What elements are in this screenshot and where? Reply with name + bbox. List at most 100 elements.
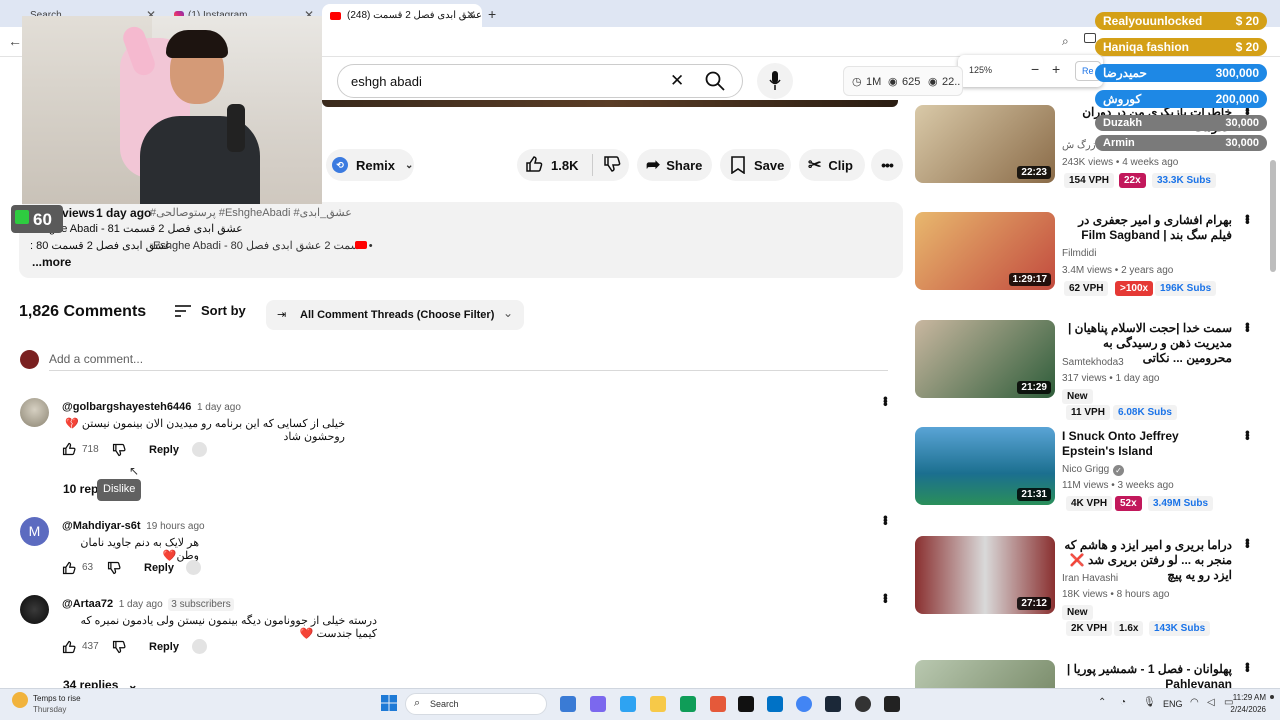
more-vertical-icon[interactable]: ••• [1240, 430, 1256, 439]
weather-title[interactable]: Temps to rise [33, 694, 81, 703]
taskbar-search[interactable]: ⌕ Search [405, 693, 547, 715]
sort-button[interactable]: Sort by [174, 303, 246, 321]
zoom-icon[interactable]: ⌕ [1062, 34, 1069, 49]
ai-reply-icon[interactable] [192, 442, 207, 457]
description-box[interactable]: 167K views 1 day ago #پرستوصالحی #Eshghe… [19, 202, 903, 278]
back-arrow-icon[interactable]: ← [8, 33, 22, 49]
reply-button[interactable]: Reply [149, 641, 179, 653]
ai-reply-icon[interactable] [192, 639, 207, 654]
video-title[interactable]: پهلوانان - فصل 1 - شمشیر پوریا | Pahleva… [1062, 662, 1232, 688]
new-tab-button[interactable]: + [488, 6, 496, 22]
comment-author[interactable]: @Artaa72 [62, 598, 113, 610]
more-actions-button[interactable]: ••• [871, 149, 903, 181]
comment-time[interactable]: 1 day ago [119, 599, 163, 610]
remix-button[interactable]: ⟲ Remix ⌄ [326, 149, 414, 181]
dislike-button[interactable] [603, 155, 621, 176]
more-vertical-icon[interactable]: ••• [1240, 322, 1256, 331]
wifi-icon[interactable]: ◠ [1190, 697, 1199, 708]
like-button[interactable] [525, 155, 543, 176]
description-line-2b[interactable]: Eshghe Abadi - 80 قسمت 2 عشق ابدی فصل • [153, 239, 373, 252]
more-vertical-icon[interactable]: ••• [1240, 214, 1256, 223]
voice-search-button[interactable] [757, 63, 793, 99]
view-replies-button[interactable]: 10 rep [63, 482, 98, 496]
copilot-icon[interactable] [620, 696, 636, 712]
tray-icon[interactable]: ◔ [1120, 697, 1126, 708]
show-more-link[interactable]: ...more [32, 255, 71, 269]
clock-date[interactable]: 2/24/2026 [1228, 705, 1266, 714]
more-vertical-icon[interactable]: ••• [1240, 538, 1256, 547]
save-button[interactable]: Save [720, 149, 791, 181]
language-indicator[interactable]: ENG [1163, 699, 1183, 709]
teams-icon[interactable] [590, 696, 606, 712]
search-box[interactable]: eshgh abadi ✕ [337, 64, 743, 98]
video-thumbnail[interactable]: 22:23 [915, 105, 1055, 183]
more-vertical-icon[interactable]: ••• [878, 396, 894, 405]
page-scrollbar[interactable] [1270, 160, 1276, 272]
cast-icon[interactable] [1084, 33, 1096, 43]
video-channel[interactable]: Samtekhoda3 [1062, 357, 1124, 368]
volume-icon[interactable]: ◁ [1207, 697, 1215, 708]
avatar[interactable] [20, 595, 49, 624]
video-thumbnail[interactable] [915, 660, 1055, 688]
tiktok-icon[interactable] [738, 696, 754, 712]
video-thumbnail[interactable]: 21:31 [915, 427, 1055, 505]
close-icon[interactable]: ✕ [466, 8, 476, 22]
outlook-icon[interactable] [767, 696, 783, 712]
like-button[interactable] [62, 561, 76, 578]
weather-icon[interactable] [12, 692, 28, 708]
dislike-button[interactable] [112, 640, 126, 657]
like-button[interactable] [62, 442, 76, 459]
video-channel[interactable]: Nico Grigg [1062, 464, 1109, 475]
video-channel[interactable]: زرگ ش [1062, 140, 1096, 151]
search-input[interactable]: eshgh abadi [351, 74, 422, 89]
clock-time[interactable]: 11:29 AM [1232, 693, 1266, 702]
file-explorer-icon[interactable] [650, 696, 666, 712]
app-icon[interactable] [710, 696, 726, 712]
more-vertical-icon[interactable]: ••• [1240, 662, 1256, 671]
more-horizontal-icon: ••• [881, 157, 894, 173]
search-icon[interactable] [704, 70, 726, 95]
clear-search-icon[interactable]: ✕ [670, 71, 684, 91]
chevron-down-icon[interactable]: ⌄ [405, 160, 413, 171]
video-channel[interactable]: Filmdidi [1062, 248, 1096, 259]
app-icon[interactable] [884, 696, 900, 712]
chrome-icon[interactable] [796, 696, 812, 712]
obs-icon[interactable] [855, 696, 871, 712]
tab-youtube[interactable]: (248) عشق ابدی فصل 2 قسمت ✕ [322, 4, 482, 27]
video-thumbnail[interactable]: 27:12 [915, 536, 1055, 614]
reply-button[interactable]: Reply [149, 444, 179, 456]
avatar[interactable]: M [20, 517, 49, 546]
task-view-icon[interactable] [560, 696, 576, 712]
comment-time[interactable]: 1 day ago [197, 402, 241, 413]
more-vertical-icon[interactable]: ••• [878, 593, 894, 602]
steam-icon[interactable] [825, 696, 841, 712]
hashtags[interactable]: #پرستوصالحی #EshgheAbadi #عشق_ابدی [150, 206, 352, 219]
windows-start-icon[interactable] [381, 695, 397, 711]
dislike-button[interactable] [112, 443, 126, 460]
ai-reply-icon[interactable] [186, 560, 201, 575]
clip-button[interactable]: ✂ Clip [799, 149, 865, 181]
add-comment-input[interactable]: Add a comment... [49, 352, 143, 366]
chevron-up-icon[interactable]: ⌃ [1098, 697, 1106, 708]
video-thumbnail[interactable]: 1:29:17 [915, 212, 1055, 290]
zoom-in-button[interactable]: + [1052, 61, 1060, 77]
zoom-out-button[interactable]: − [1031, 61, 1039, 77]
reply-button[interactable]: Reply [144, 562, 174, 574]
comment-filter-dropdown[interactable]: ⇥ All Comment Threads (Choose Filter) ⌄ [266, 300, 524, 330]
video-title[interactable]: بهرام افشاری و امیر جعفری در فیلم سگ بند… [1062, 213, 1232, 243]
like-button[interactable] [62, 640, 76, 657]
comment-author[interactable]: @Mahdiyar-s6t [62, 520, 141, 532]
edge-icon[interactable] [680, 696, 696, 712]
notification-icon[interactable] [1270, 695, 1274, 699]
video-channel[interactable]: Iran Havashi [1062, 573, 1118, 584]
microphone-icon[interactable]: 🎙 [1143, 697, 1156, 708]
dislike-button[interactable] [107, 561, 121, 578]
video-thumbnail[interactable]: 21:29 [915, 320, 1055, 398]
video-duration: 22:23 [1017, 166, 1051, 179]
avatar[interactable] [20, 398, 49, 427]
video-title[interactable]: I Snuck Onto Jeffrey Epstein's Island [1062, 429, 1232, 459]
comment-time[interactable]: 19 hours ago [146, 521, 204, 532]
more-vertical-icon[interactable]: ••• [878, 515, 894, 524]
share-button[interactable]: ➦ Share [637, 149, 712, 181]
comment-author[interactable]: @golbargshayesteh6446 [62, 401, 191, 413]
